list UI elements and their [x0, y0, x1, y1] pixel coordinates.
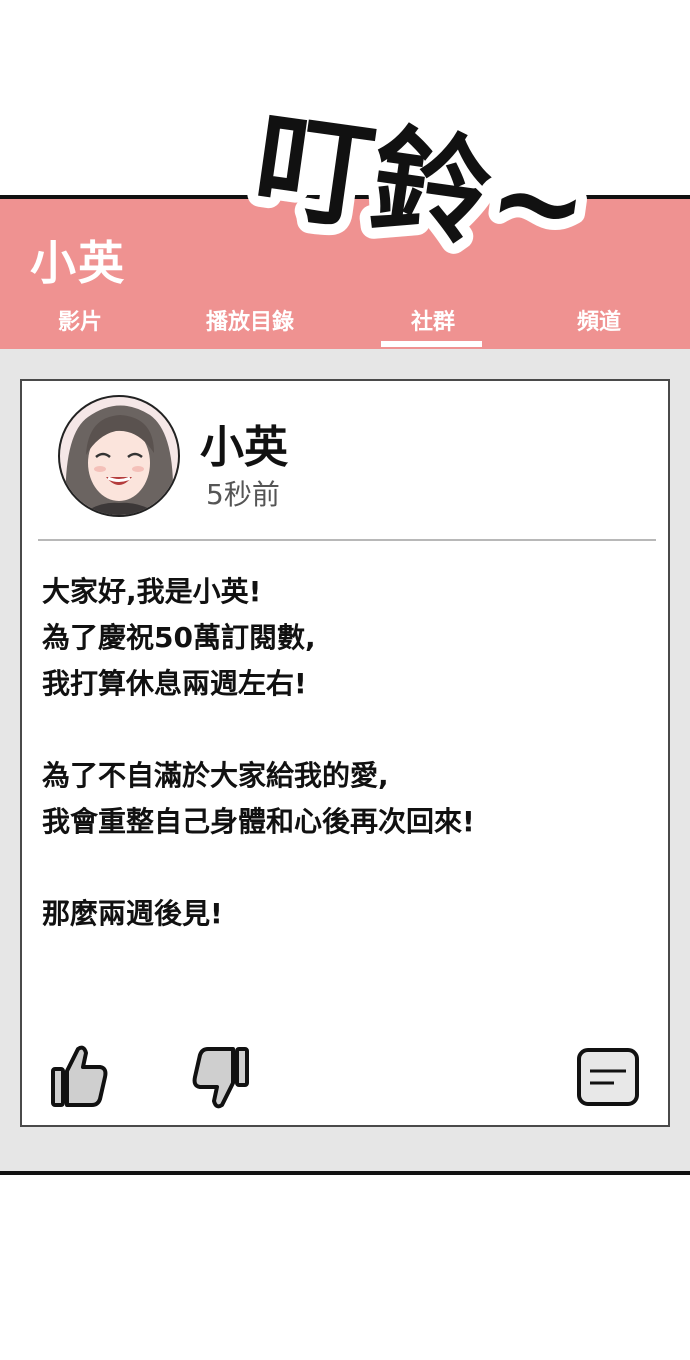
post-line: 大家好,我是小英!	[42, 575, 262, 608]
sfx-fill: 叮鈴~	[246, 95, 597, 265]
tab-community[interactable]: 社群	[407, 304, 459, 336]
community-post-card: 小英 5秒前 大家好,我是小英! 為了慶祝50萬訂閱數, 我打算休息兩週左右! …	[20, 379, 670, 1127]
post-paragraph: 那麼兩週後見!	[42, 891, 642, 937]
avatar[interactable]	[58, 395, 180, 517]
post-body: 大家好,我是小英! 為了慶祝50萬訂閱數, 我打算休息兩週左右! 為了不自滿於大…	[42, 569, 642, 983]
post-line: 我打算休息兩週左右!	[42, 667, 307, 700]
active-tab-indicator	[381, 341, 482, 347]
phone-panel: 小英 影片 播放目錄 社群 頻道 小英 5秒前 大家好,我是小英! 為了慶祝50…	[0, 195, 690, 1175]
tab-videos[interactable]: 影片	[55, 304, 105, 336]
post-author-name[interactable]: 小英	[200, 411, 288, 475]
post-line: 為了慶祝50萬訂閱數,	[42, 621, 316, 654]
divider	[38, 539, 656, 541]
post-timestamp: 5秒前	[206, 478, 280, 511]
post-paragraph: 大家好,我是小英! 為了慶祝50萬訂閱數, 我打算休息兩週左右!	[42, 569, 642, 707]
comment-icon[interactable]	[576, 1047, 640, 1107]
sound-effect-text: 叮鈴~ 叮鈴~	[245, 95, 608, 265]
post-paragraph: 為了不自滿於大家給我的愛, 我會重整自己身體和心後再次回來!	[42, 753, 642, 845]
post-line: 那麼兩週後見!	[42, 897, 223, 930]
thumbs-up-icon[interactable]	[50, 1043, 110, 1109]
tab-playlists[interactable]: 播放目錄	[198, 304, 302, 336]
thumbs-down-icon[interactable]	[192, 1045, 252, 1111]
tab-channel[interactable]: 頻道	[573, 304, 625, 336]
post-line: 為了不自滿於大家給我的愛,	[42, 759, 389, 792]
channel-title: 小英	[30, 236, 126, 290]
post-line: 我會重整自己身體和心後再次回來!	[42, 805, 475, 838]
